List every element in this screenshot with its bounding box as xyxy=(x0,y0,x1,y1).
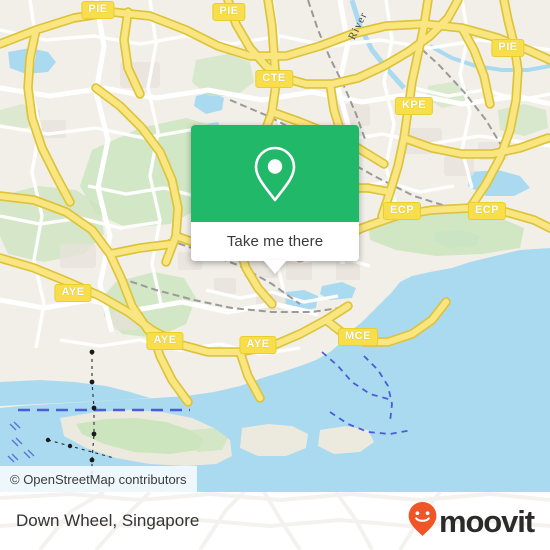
location-callout-card: Take me there xyxy=(191,125,359,274)
map-attribution[interactable]: © OpenStreetMap contributors xyxy=(0,466,197,492)
road-shield-pie-2[interactable]: PIE xyxy=(212,3,246,21)
road-shield-aye-1[interactable]: AYE xyxy=(54,284,92,302)
moovit-smiley-pin-icon xyxy=(407,501,438,542)
moovit-logo[interactable]: moovit xyxy=(407,501,535,542)
road-shield-pie-3[interactable]: PIE xyxy=(491,39,525,57)
callout-pointer xyxy=(263,260,287,274)
callout-header xyxy=(191,125,359,222)
road-shield-aye-3[interactable]: AYE xyxy=(239,336,277,354)
page-title: Down Wheel, Singapore xyxy=(16,511,200,530)
road-shield-ecp-1[interactable]: ECP xyxy=(382,202,422,220)
road-shield-cte[interactable]: CTE xyxy=(255,70,293,88)
moovit-wordmark: moovit xyxy=(438,503,535,539)
road-shield-pie-1[interactable]: PIE xyxy=(81,1,115,19)
footer-bar: Down Wheel, Singapore moovit xyxy=(0,492,550,550)
road-shield-ecp-2[interactable]: ECP xyxy=(467,202,507,220)
take-me-there-button[interactable]: Take me there xyxy=(191,222,359,261)
road-shield-kpe[interactable]: KPE xyxy=(394,97,434,115)
road-shield-mce[interactable]: MCE xyxy=(338,328,378,346)
map-canvas[interactable]: River PIE PIE PIE CTE KPE ECP ECP AYE AY… xyxy=(0,0,550,492)
road-shield-aye-2[interactable]: AYE xyxy=(146,332,184,350)
map-pin-icon xyxy=(252,144,298,204)
map-screenshot: River PIE PIE PIE CTE KPE ECP ECP AYE AY… xyxy=(0,0,550,550)
